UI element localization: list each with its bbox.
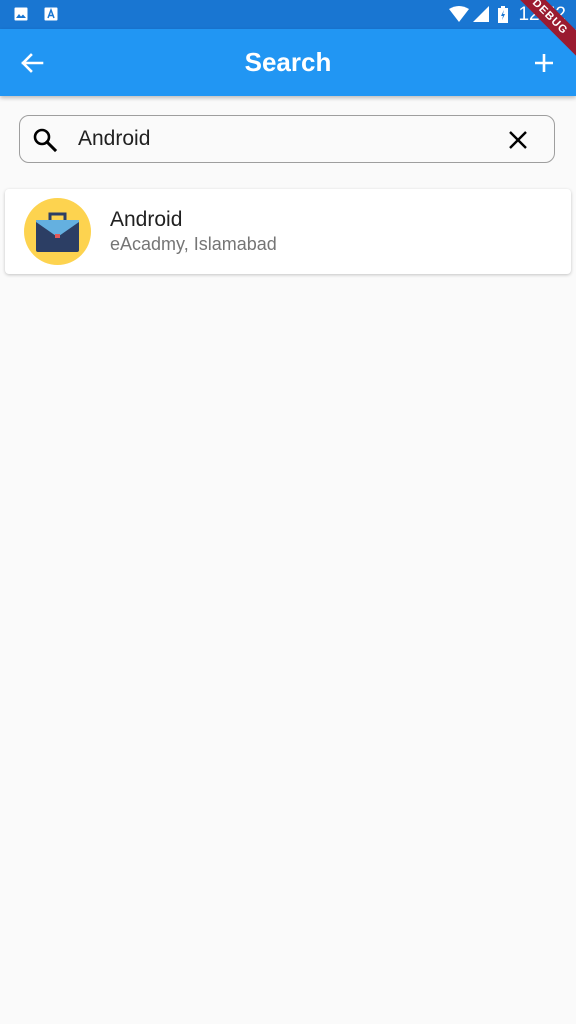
text-icon — [44, 7, 58, 21]
app-bar: Search — [0, 29, 576, 96]
briefcase-icon — [24, 212, 91, 265]
search-input[interactable] — [78, 124, 488, 154]
close-icon — [506, 131, 530, 156]
avatar — [24, 198, 91, 265]
add-icon — [526, 54, 562, 85]
clear-search-button[interactable] — [506, 128, 530, 152]
search-icon — [32, 127, 58, 153]
battery-icon — [498, 6, 508, 28]
wifi-icon — [449, 6, 469, 27]
list-item-title: Android — [110, 208, 183, 231]
signal-icon — [473, 6, 489, 27]
list-item[interactable]: Android eAcadmy, Islamabad — [5, 189, 571, 274]
add-button[interactable] — [526, 45, 562, 81]
search-field — [19, 115, 555, 163]
status-bar: 12:52 — [0, 0, 576, 29]
list-item-subtitle: eAcadmy, Islamabad — [110, 234, 277, 254]
page-title: Search — [244, 47, 332, 77]
image-icon — [14, 7, 28, 21]
